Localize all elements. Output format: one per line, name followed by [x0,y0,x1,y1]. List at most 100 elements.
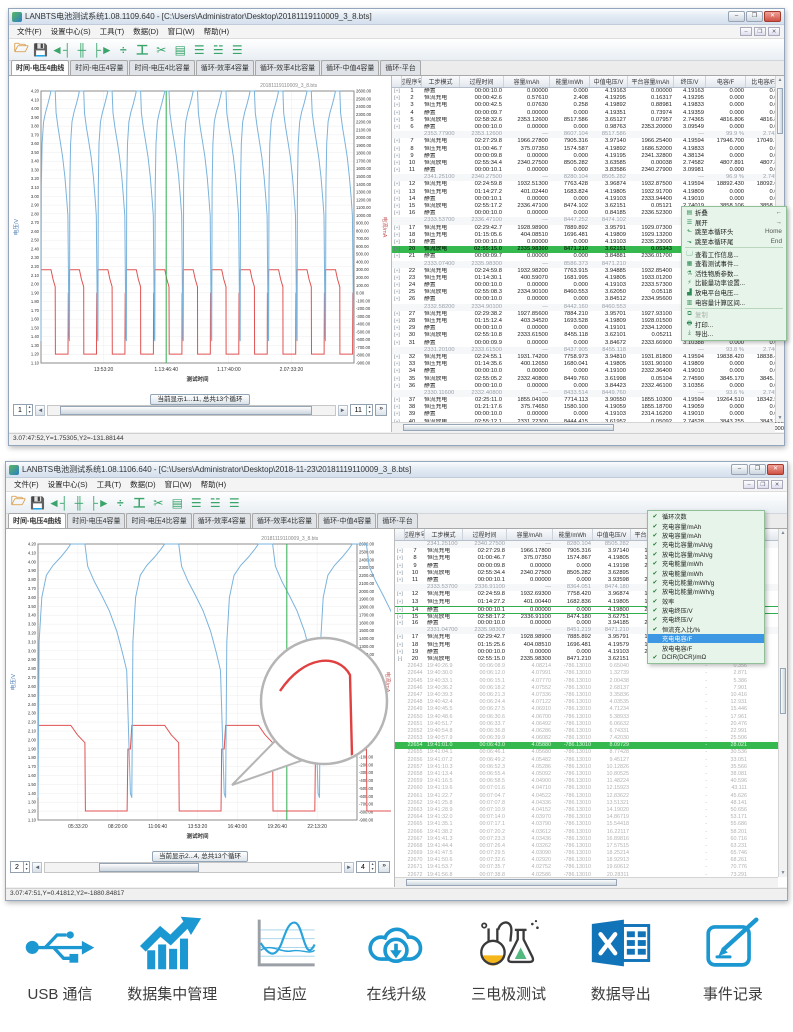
context-menu-item[interactable]: 🖶打印... [682,320,786,330]
table-row[interactable]: [+]5恒流放电02:58:32.62353.126008517.5863.65… [392,117,784,124]
mdi-close-button[interactable]: ✕ [768,27,780,36]
mdi-restore-button[interactable]: ❐ [757,480,769,489]
tab-2[interactable]: 时间-电压4容量 [67,513,125,528]
table-row[interactable]: 2264319:40:26.900:06:08.94.08214-786.130… [395,663,787,670]
save-icon[interactable]: 💾 [29,494,46,512]
cycles-info-button[interactable]: 当前显示2...4, 总共13个循环 [152,851,248,862]
cut-icon[interactable]: ✂ [153,41,170,59]
tab-4[interactable]: 循环-效率4容量 [196,60,254,75]
table-row[interactable]: 2265519:41:04.100:06:46.14.05680-786.130… [395,749,787,756]
column-header[interactable]: 容量/mAh [504,76,550,87]
tab-5[interactable]: 循环-效率4比容量 [252,513,317,528]
vertical-scrollbar[interactable]: ▲▼ [778,529,787,877]
context-menu-item[interactable]: ▟放电平台电压... [682,288,786,298]
split-view-icon[interactable]: ╫ [70,494,87,512]
more-pages-button[interactable]: » [375,404,387,416]
menu-item[interactable]: 工具(T) [96,25,129,38]
minimize-button[interactable]: – [728,11,745,22]
cut-icon[interactable]: ✂ [150,494,167,512]
mdi-close-button[interactable]: ✕ [771,480,783,489]
column-option[interactable]: 充电电容/F [648,634,764,643]
column-header[interactable]: 过程时间 [460,76,504,87]
context-menu-item[interactable]: ☰展开→ [682,218,786,228]
table-row[interactable]: 2265919:41:16.500:06:58.54.04900-786.130… [395,778,787,785]
table-row[interactable]: 2266719:41:41.300:07:23.34.03436-786.130… [395,836,787,843]
open-file-icon[interactable]: 🗁 [10,494,27,512]
context-menu-item[interactable]: ▦查看测试事件... [682,259,786,269]
table-row[interactable]: 2264619:40:36.200:06:18.24.07552-786.130… [395,685,787,692]
column-header[interactable]: 工步模式 [425,529,463,540]
table-row[interactable]: 2266919:41:47.500:07:29.54.03090-786.130… [395,850,787,857]
context-menu-item[interactable]: ⬎跳至本循环尾End [682,237,786,247]
project-icon[interactable]: 工 [131,494,148,512]
table-row[interactable]: [+]10恒流放电02:55:34.42340.275008505.2823.6… [392,160,784,167]
context-menu-item[interactable]: ⚡比能量功率设置... [682,278,786,288]
column-header[interactable]: 中值电压/V [590,76,628,87]
voltage-current-chart[interactable]: 4.204.104.003.903.803.703.603.503.403.30… [8,531,391,845]
menu-item[interactable]: 工具(T) [93,478,126,491]
table-row[interactable]: 2265019:40:48.600:06:30.64.06700-786.130… [395,714,787,721]
maximize-button[interactable]: ❐ [746,11,763,22]
column-option[interactable]: ✔充电比能量/mWh/g [648,578,764,587]
column-option[interactable]: ✔充电比容量/mAh/g [648,540,764,549]
prev-curve-icon[interactable]: ◄┤ [51,41,71,59]
table-row[interactable]: 2265419:41:01.000:06:43.04.05880-786.130… [395,742,787,749]
table-row[interactable]: [+]14静置00:00:10.10.000000.0004.191032333… [392,196,784,203]
horizontal-scrollbar[interactable] [395,877,778,887]
table-row[interactable]: 2265819:41:13.400:06:55.44.05092-786.130… [395,771,787,778]
chart-scrollbar[interactable] [47,405,335,416]
split-view-icon[interactable]: ╫ [73,41,90,59]
table-row[interactable]: 2266419:41:32.000:07:14.04.03970-786.130… [395,814,787,821]
table-row[interactable]: 2267019:41:50.600:07:32.64.02920-786.130… [395,857,787,864]
column-option[interactable]: ✔效率 [648,597,764,606]
table-row[interactable]: 2265319:40:57.900:06:39.94.06082-786.130… [395,735,787,742]
column-header[interactable]: 能量/mWh [550,76,590,87]
menu-item[interactable]: 数据(D) [129,25,162,38]
table-row[interactable]: [+]37恒流充电02:25:11.01855.041007714.1133.9… [392,397,784,404]
page-end-spinner[interactable]: 4▲▼ [356,861,376,873]
table-row[interactable]: 2264519:40:33.100:06:15.14.07770-786.130… [395,678,787,685]
table-row[interactable]: 2265219:40:54.800:06:36.84.06286-786.130… [395,728,787,735]
table-row[interactable]: 2331.201002333.61500—8437.9058455.118—93… [392,347,784,354]
column-header[interactable]: 电容/F [706,76,746,87]
table-row[interactable]: 2264419:40:30.000:06:12.04.07991-786.130… [395,670,787,677]
table-row[interactable]: 2341.251002340.27500—8280.1048505.282—96… [392,174,784,181]
tab-3[interactable]: 时间-电压4比容量 [129,60,194,75]
tab-6[interactable]: 循环-中值4容量 [318,513,376,528]
list-view-icon[interactable]: ☰ [188,494,205,512]
context-menu-item[interactable]: ▥电容量计算区间... [682,297,786,307]
table-row[interactable]: 2266219:41:25.800:07:07.84.04336-786.130… [395,800,787,807]
tab-2[interactable]: 时间-电压4容量 [70,60,128,75]
table-row[interactable]: 2266619:41:38.200:07:20.24.03612-786.130… [395,829,787,836]
table-row[interactable]: 2266519:41:35.100:07:17.14.03790-786.130… [395,821,787,828]
tab-7[interactable]: 循环-平台 [377,513,417,528]
table-row[interactable]: [+]39静置00:00:10.00.000000.0004.191032314… [392,411,784,418]
minimize-button[interactable]: – [731,464,748,475]
spectrum-icon[interactable]: ▤ [169,494,186,512]
table-row[interactable]: [+]7恒流充电02:27:29.81966.278007905.3163.97… [392,138,784,145]
column-header[interactable]: 能量/mWh [553,529,593,540]
context-menu-item[interactable]: ⚗活性物质参数... [682,269,786,279]
menu-item[interactable]: 窗口(W) [161,478,196,491]
context-menu-item[interactable]: 🗔查看工作信息... [682,249,786,259]
page-start-spinner[interactable]: 2▲▼ [10,861,30,873]
report-view-icon[interactable]: ☰ [229,41,246,59]
column-header[interactable]: 中值电压/V [593,529,631,540]
table-row[interactable]: [+]8恒压充电01:00:46.7375.073501574.5874.198… [392,146,784,153]
column-header[interactable]: 过程序号 [402,76,422,87]
scroll-left-arrow[interactable]: ◄ [35,405,45,416]
column-option[interactable]: ✔放电比能量/mWh/g [648,587,764,596]
table-row[interactable]: 2264719:40:39.300:06:21.34.07336-786.130… [395,692,787,699]
tab-6[interactable]: 循环-中值4容量 [321,60,379,75]
close-button[interactable]: ✕ [767,464,784,475]
table-row[interactable]: 2330.116002332.40800—8433.5148449.760—93… [392,390,784,397]
table-row[interactable]: 2353.779002353.12600—8607.1048517.586—99… [392,131,784,138]
menu-item[interactable]: 数据(D) [126,478,159,491]
table-row[interactable]: [+]4静置00:00:09.70.000000.0004.193510.739… [392,110,784,117]
menu-item[interactable]: 设置中心(S) [44,478,92,491]
column-header[interactable]: 工步模式 [422,76,460,87]
table-row[interactable]: [+]2恒流充电00:00:42.60.576102.4084.192950.1… [392,95,784,102]
column-option[interactable]: ✔DCIR(DCR)/mΩ [648,653,764,662]
grid-view-icon[interactable]: ☱ [207,494,224,512]
list-view-icon[interactable]: ☰ [191,41,208,59]
